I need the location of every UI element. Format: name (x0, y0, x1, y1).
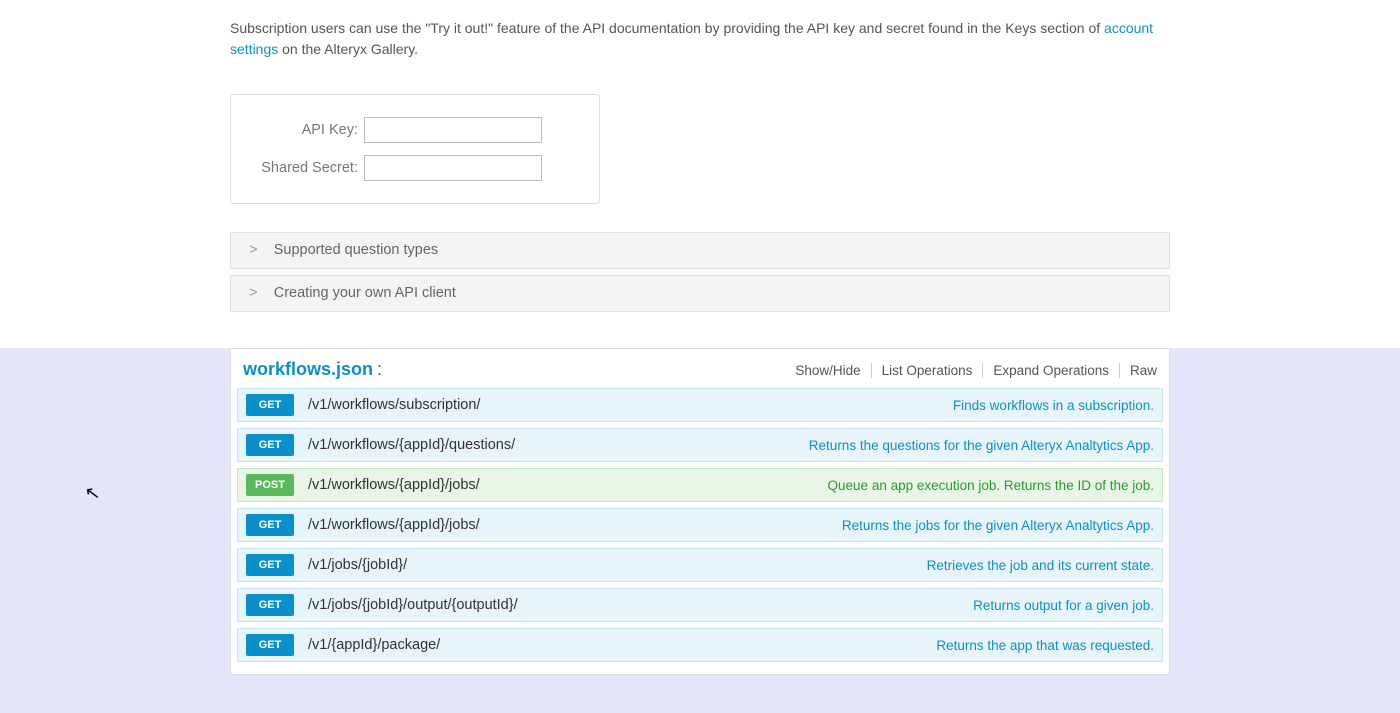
endpoint-path: /v1/{appId}/package/ (308, 637, 440, 653)
endpoint-row[interactable]: POST/v1/workflows/{appId}/jobs/Queue an … (237, 468, 1163, 502)
method-badge-get: GET (246, 434, 294, 456)
accordion-label: Creating your own API client (274, 285, 456, 301)
intro-text-after: on the Alteryx Gallery. (278, 41, 418, 57)
action-raw[interactable]: Raw (1120, 363, 1157, 378)
action-expand-operations[interactable]: Expand Operations (983, 363, 1120, 378)
accordion-item-api-client[interactable]: > Creating your own API client (230, 275, 1170, 312)
endpoint-description[interactable]: Finds workflows in a subscription. (953, 398, 1154, 413)
method-badge-get: GET (246, 594, 294, 616)
endpoint-description[interactable]: Retrieves the job and its current state. (927, 558, 1154, 573)
endpoint-path: /v1/workflows/{appId}/questions/ (308, 437, 515, 453)
method-badge-get: GET (246, 554, 294, 576)
endpoint-path: /v1/jobs/{jobId}/ (308, 557, 407, 573)
endpoint-description[interactable]: Returns the questions for the given Alte… (809, 438, 1154, 453)
shared-secret-input[interactable] (364, 155, 542, 181)
endpoint-row[interactable]: GET/v1/workflows/subscription/Finds work… (237, 388, 1163, 422)
endpoint-path: /v1/workflows/{appId}/jobs/ (308, 477, 480, 493)
accordion: > Supported question types > Creating yo… (230, 232, 1170, 312)
endpoint-row[interactable]: GET/v1/jobs/{jobId}/ Retrieves the job an… (237, 548, 1163, 582)
shared-secret-label: Shared Secret: (259, 160, 364, 176)
endpoint-description[interactable]: Returns the jobs for the given Alteryx A… (842, 518, 1154, 533)
method-badge-get: GET (246, 514, 294, 536)
intro-paragraph: Subscription users can use the "Try it o… (230, 0, 1170, 60)
chevron-right-icon: > (249, 286, 258, 302)
api-block: workflows.json : Show/Hide List Operatio… (230, 348, 1170, 675)
credentials-box: API Key: Shared Secret: (230, 94, 600, 204)
api-actions: Show/Hide List Operations Expand Operati… (785, 363, 1157, 378)
api-key-input[interactable] (364, 117, 542, 143)
endpoint-description[interactable]: Returns the app that was requested. (936, 638, 1154, 653)
method-badge-get: GET (246, 394, 294, 416)
intro-text-before: Subscription users can use the "Try it o… (230, 20, 1104, 36)
api-title[interactable]: workflows.json (243, 359, 373, 380)
endpoint-path: /v1/workflows/{appId}/jobs/ (308, 517, 480, 533)
endpoint-row[interactable]: GET/v1/{appId}/package/Returns the app t… (237, 628, 1163, 662)
endpoint-path: /v1/jobs/{jobId}/output/{outputId}/ (308, 597, 518, 613)
endpoint-description[interactable]: Queue an app execution job. Returns the … (828, 478, 1154, 493)
endpoint-path: /v1/workflows/subscription/ (308, 397, 480, 413)
api-title-colon: : (377, 359, 382, 380)
endpoints-list: GET/v1/workflows/subscription/Finds work… (231, 388, 1169, 674)
endpoint-row[interactable]: GET/v1/jobs/{jobId}/output/{outputId}/ Re… (237, 588, 1163, 622)
action-list-operations[interactable]: List Operations (872, 363, 984, 378)
action-show-hide[interactable]: Show/Hide (785, 363, 871, 378)
method-badge-post: POST (246, 474, 294, 496)
api-key-label: API Key: (259, 122, 364, 138)
accordion-item-question-types[interactable]: > Supported question types (230, 232, 1170, 269)
endpoint-row[interactable]: GET/v1/workflows/{appId}/questions/Retur… (237, 428, 1163, 462)
accordion-label: Supported question types (274, 242, 438, 258)
endpoint-description[interactable]: Returns output for a given job. (973, 598, 1154, 613)
method-badge-get: GET (246, 634, 294, 656)
chevron-right-icon: > (249, 243, 258, 259)
endpoint-row[interactable]: GET/v1/workflows/{appId}/jobs/Returns th… (237, 508, 1163, 542)
